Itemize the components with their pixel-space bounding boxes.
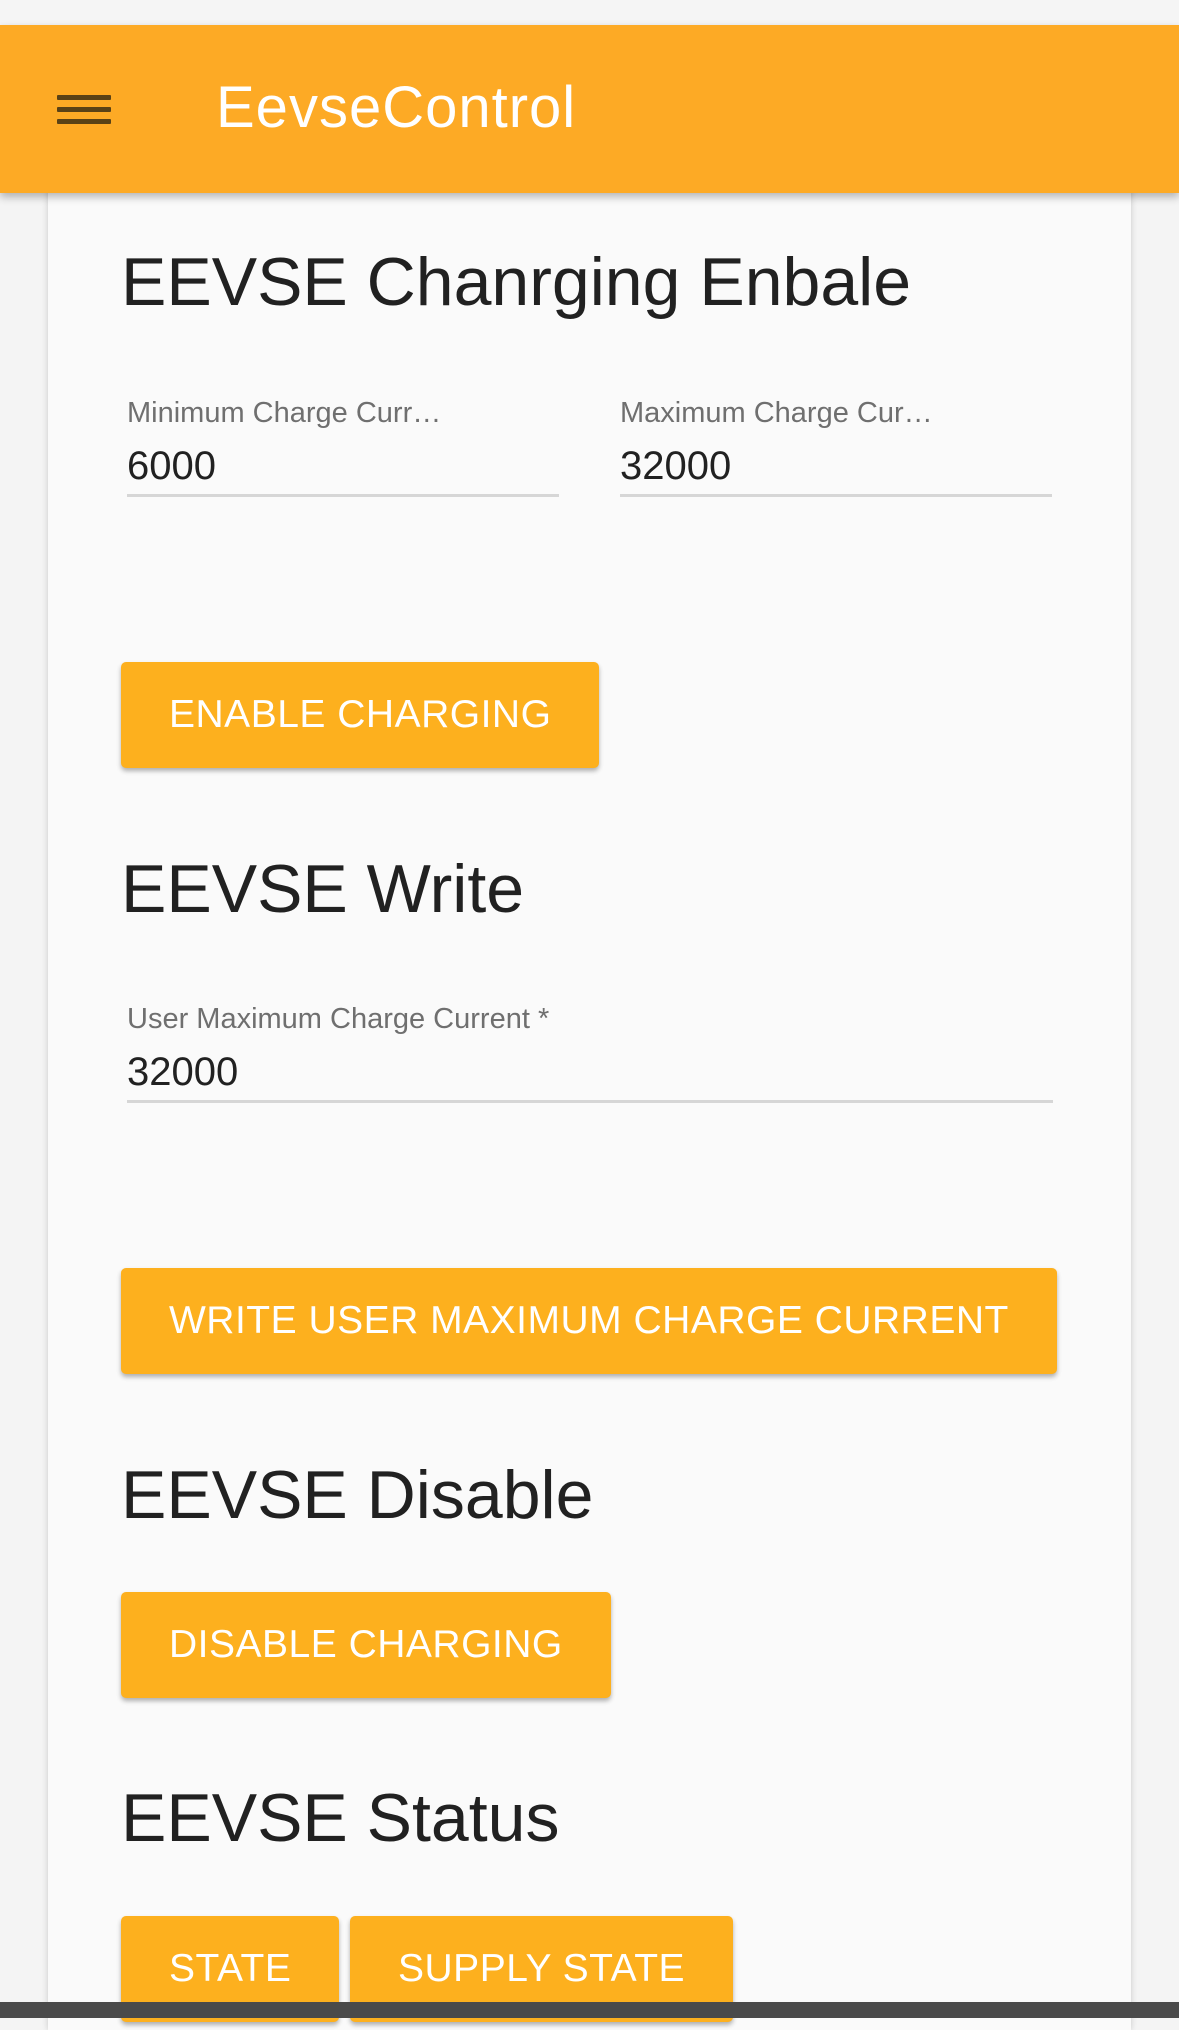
app-title: EevseControl <box>216 75 577 140</box>
max-charge-current-input[interactable] <box>620 438 1052 497</box>
user-max-charge-current-field: User Maximum Charge Current * <box>127 1002 1053 1106</box>
app-bar: EevseControl <box>0 25 1179 193</box>
section-title-write: EEVSE Write <box>121 851 525 927</box>
section-title-enable: EEVSE Chanrging Enbale <box>121 244 912 320</box>
enable-charging-button[interactable]: ENABLE CHARGING <box>121 662 600 768</box>
user-max-charge-current-label: User Maximum Charge Current * <box>127 1003 550 1035</box>
max-charge-current-field: Maximum Charge Cur… <box>620 396 1052 500</box>
write-user-max-charge-current-button[interactable]: WRITE USER MAXIMUM CHARGE CURRENT <box>121 1268 1057 1374</box>
bottom-edge-bar <box>0 2002 1179 2018</box>
min-charge-current-field: Minimum Charge Curr… <box>127 396 559 500</box>
hamburger-menu-icon <box>57 88 111 131</box>
status-bar-strip <box>0 0 1179 25</box>
disable-charging-button[interactable]: DISABLE CHARGING <box>121 1592 611 1698</box>
min-charge-current-label: Minimum Charge Curr… <box>127 397 442 429</box>
section-title-status: EEVSE Status <box>121 1780 560 1856</box>
section-title-disable: EEVSE Disable <box>121 1457 594 1533</box>
user-max-charge-current-input[interactable] <box>127 1044 1053 1103</box>
min-charge-current-input[interactable] <box>127 438 559 497</box>
max-charge-current-label: Maximum Charge Cur… <box>620 397 933 429</box>
menu-button[interactable] <box>32 71 136 147</box>
